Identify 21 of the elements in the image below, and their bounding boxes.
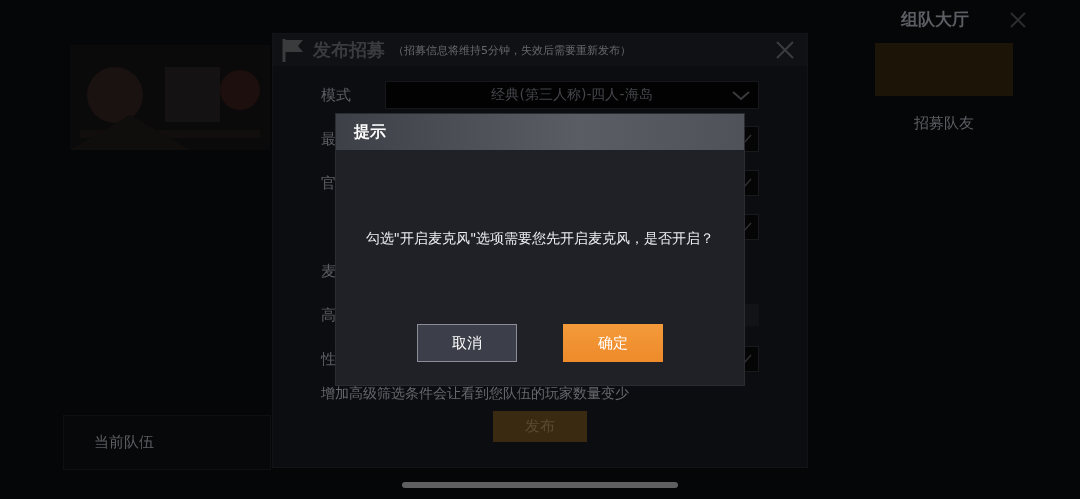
form-label: 高 — [321, 305, 336, 325]
confirm-button[interactable]: 确定 — [563, 324, 663, 362]
panel-subtitle: （招募信息将维持5分钟，失效后需要重新发布） — [393, 42, 632, 58]
close-icon[interactable] — [775, 40, 795, 60]
dialog-title: 提示 — [354, 121, 386, 143]
recruit-label: 招募队友 — [914, 114, 974, 133]
cancel-button[interactable]: 取消 — [417, 324, 517, 362]
current-team-panel[interactable]: 当前队伍 — [63, 415, 271, 470]
form-label: 模式 — [321, 85, 351, 105]
current-team-label: 当前队伍 — [94, 433, 154, 452]
dialog-message: 勾选"开启麦克风"选项需要您先开启麦克风，是否开启？ — [364, 230, 716, 248]
filter-note: 增加高级筛选条件会让看到您队伍的玩家数量变少 — [321, 385, 630, 403]
chevron-icon — [732, 91, 750, 101]
form-label: 性 — [321, 349, 336, 369]
close-icon — [1009, 10, 1027, 29]
home-indicator[interactable] — [402, 482, 678, 488]
form-label: 官 — [321, 173, 336, 193]
lobby-title: 组队大厅 — [901, 8, 969, 31]
form-label: 麦 — [321, 261, 336, 281]
form-label: 最 — [321, 129, 336, 149]
flag-icon — [281, 37, 305, 63]
